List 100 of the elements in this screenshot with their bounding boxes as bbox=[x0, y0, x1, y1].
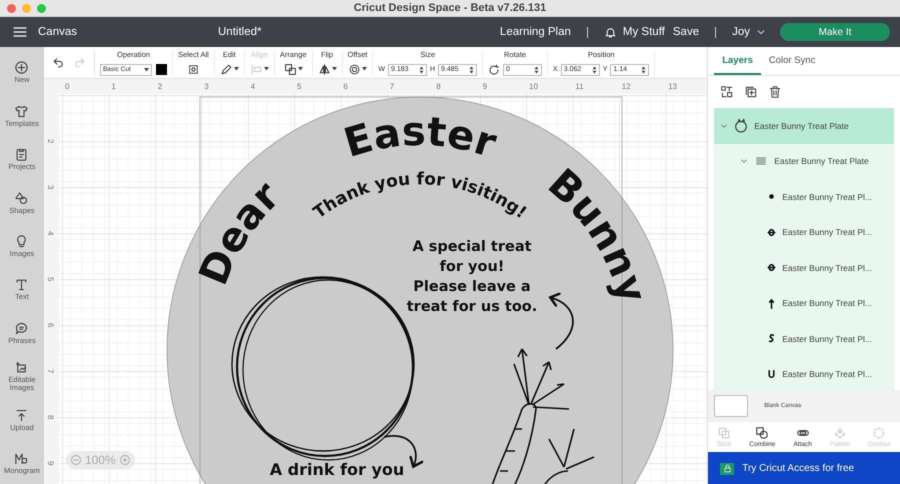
ruler-number: 13 bbox=[668, 82, 678, 91]
ruler-number: 11 bbox=[575, 82, 584, 91]
ruler-number: 6 bbox=[343, 82, 348, 91]
letter-shape-icon bbox=[766, 226, 778, 238]
ruler-number: 5 bbox=[46, 277, 55, 282]
header-link[interactable]: Save bbox=[672, 26, 700, 38]
ruler-number: 3 bbox=[204, 82, 209, 91]
caret-icon bbox=[144, 68, 149, 72]
ruler-number: 0 bbox=[64, 82, 70, 91]
speech-bubble-icon bbox=[14, 320, 30, 336]
ruler-number: 4 bbox=[250, 82, 255, 91]
ruler-number: 10 bbox=[528, 82, 538, 91]
ruler-number: 1 bbox=[111, 82, 116, 91]
plus-icon bbox=[118, 454, 131, 466]
layer-name[interactable]: Easter Bunny Treat Plate bbox=[774, 156, 869, 166]
plus-circle-icon bbox=[14, 60, 30, 76]
ruler-number: 12 bbox=[622, 82, 631, 91]
upload-icon bbox=[14, 408, 30, 422]
bell-icon bbox=[604, 26, 617, 38]
treat-note[interactable]: A special treat for you! Please leave a treat for us too. bbox=[406, 239, 538, 315]
blank-canvas-thumbnail[interactable] bbox=[714, 395, 748, 417]
layer-name[interactable]: Easter Bunny Treat Pl... bbox=[782, 227, 872, 238]
t-shirt-icon bbox=[14, 104, 30, 119]
stepper-icon bbox=[641, 66, 646, 74]
offset-icon bbox=[348, 62, 361, 76]
color-swatch[interactable] bbox=[156, 64, 167, 75]
stepper-icon bbox=[534, 66, 540, 74]
ruler-number: 2 bbox=[158, 82, 162, 91]
ruler-number: 9 bbox=[482, 82, 487, 91]
ruler-number: 7 bbox=[390, 82, 394, 91]
access-banner[interactable]: Try Cricut Access for free bbox=[708, 452, 900, 484]
layer-name[interactable]: Easter Bunny Treat Pl... bbox=[782, 192, 872, 202]
stepper-icon bbox=[469, 66, 474, 74]
flip-icon bbox=[318, 62, 330, 76]
zoom-level: 100% bbox=[84, 453, 116, 467]
toolbar-icon-button[interactable] bbox=[220, 62, 239, 76]
expand-toggle[interactable] bbox=[740, 157, 748, 166]
plate-title-word[interactable]: Easter bbox=[339, 108, 502, 168]
group-button[interactable] bbox=[720, 85, 734, 99]
toolbar-icon-button[interactable] bbox=[348, 62, 367, 76]
layer-name[interactable]: Easter Bunny Treat Pl... bbox=[782, 369, 872, 380]
document-title: Untitled* bbox=[218, 26, 262, 38]
ruler-number: 3 bbox=[46, 185, 55, 190]
letter-t-icon bbox=[14, 277, 30, 292]
align-icon bbox=[250, 62, 263, 76]
toolbar-icon-button[interactable] bbox=[318, 62, 336, 76]
toolbar-icon-button[interactable] bbox=[186, 62, 200, 76]
layer-name[interactable]: Easter Bunny Treat Pl... bbox=[782, 298, 872, 308]
user-menu[interactable]: Joy bbox=[732, 26, 766, 38]
rotate-icon bbox=[488, 64, 500, 76]
minus-icon bbox=[70, 454, 82, 466]
panel-tab[interactable]: Layers bbox=[714, 47, 761, 75]
clipboard-icon bbox=[14, 147, 30, 162]
header-link[interactable]: My Stuff bbox=[622, 26, 665, 38]
group-icon bbox=[720, 85, 734, 99]
stepper-icon bbox=[592, 66, 597, 74]
duplicate-button[interactable] bbox=[744, 85, 758, 99]
combine-icon bbox=[755, 426, 770, 440]
ruler-number: 2 bbox=[46, 139, 55, 144]
undo-button[interactable] bbox=[52, 56, 65, 69]
ruler-number: 8 bbox=[46, 415, 55, 420]
curved-arrow bbox=[384, 435, 424, 468]
layer-name[interactable]: Easter Bunny Treat Plate bbox=[754, 120, 849, 131]
ruler-number: 5 bbox=[296, 82, 302, 91]
contour-icon bbox=[872, 426, 886, 440]
layer-name[interactable]: Easter Bunny Treat Pl... bbox=[782, 334, 872, 344]
toolbar-icon-button[interactable] bbox=[284, 62, 303, 76]
flatten-icon bbox=[832, 426, 847, 440]
drink-note[interactable]: A drink for you bbox=[270, 460, 404, 479]
header-link[interactable]: Learning Plan bbox=[500, 26, 571, 38]
padlock-icon bbox=[722, 464, 732, 473]
chevron-icon bbox=[720, 122, 728, 130]
ruler-number: 7 bbox=[46, 369, 55, 374]
panel-tab[interactable]: Color Sync bbox=[760, 47, 824, 75]
letter-shape-icon bbox=[766, 262, 778, 274]
arrange-icon bbox=[284, 62, 297, 76]
chevron-icon bbox=[740, 157, 748, 166]
ruler-number: 9 bbox=[46, 461, 55, 466]
caret-icon bbox=[298, 67, 303, 71]
ruler-number: 4 bbox=[46, 231, 55, 236]
caret-icon bbox=[362, 67, 367, 71]
delete-button[interactable] bbox=[768, 85, 782, 99]
pencil-icon bbox=[220, 62, 233, 76]
make-it-button[interactable]: Make It bbox=[780, 23, 890, 41]
layer-name[interactable]: Easter Bunny Treat Pl... bbox=[782, 262, 872, 273]
ruler-number: 8 bbox=[436, 82, 441, 91]
select-all-icon bbox=[186, 62, 200, 76]
redo-icon bbox=[72, 56, 86, 69]
section-title: Canvas bbox=[38, 26, 78, 38]
banner-text: Try Cricut Access for free bbox=[742, 463, 854, 474]
caret-icon bbox=[332, 67, 336, 71]
expand-toggle[interactable] bbox=[720, 122, 728, 130]
bunny-thumbnail-icon bbox=[733, 118, 750, 134]
caret-icon bbox=[234, 67, 239, 71]
shapes-icon bbox=[14, 190, 30, 206]
undo-icon bbox=[52, 56, 65, 69]
monogram-icon bbox=[14, 450, 30, 466]
trash-icon bbox=[768, 85, 782, 99]
caret-icon bbox=[264, 67, 269, 71]
stepper-icon bbox=[418, 66, 424, 74]
